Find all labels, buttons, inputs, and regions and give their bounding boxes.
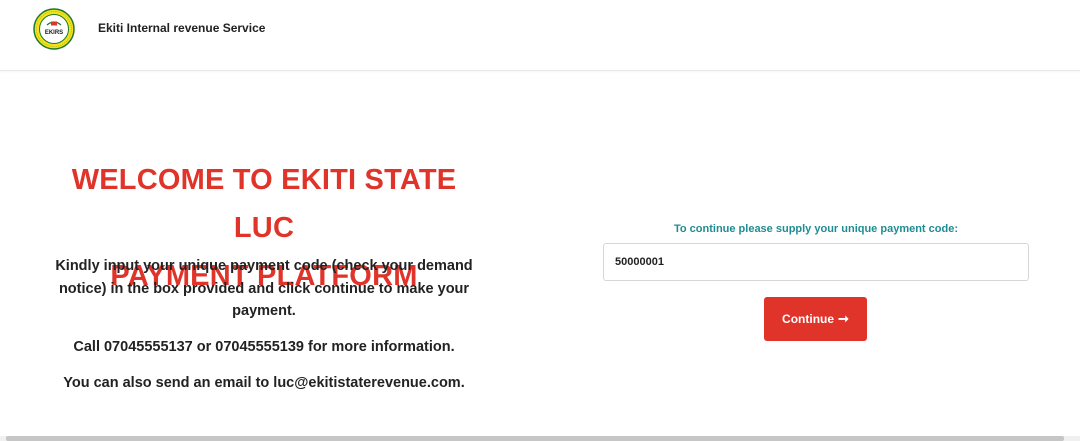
- email-contact-text: You can also send an email to luc@ekitis…: [63, 375, 465, 391]
- continue-button-label: Continue: [782, 312, 835, 326]
- welcome-title-line1: WELCOME TO EKITI STATE LUC: [71, 164, 457, 244]
- phone-contact-text: Call 07045555137 or 07045555139 for more…: [73, 339, 455, 355]
- svg-text:EKIRS: EKIRS: [45, 30, 63, 36]
- arrow-right-icon: ➞: [838, 311, 849, 326]
- payment-code-label: To continue please supply your unique pa…: [673, 223, 958, 235]
- scrollbar-thumb[interactable]: [6, 436, 1064, 441]
- top-navbar: EKIRS Ekiti Internal revenue Service: [0, 0, 1080, 71]
- horizontal-scrollbar[interactable]: [0, 436, 1080, 441]
- payment-code-input[interactable]: [603, 243, 1029, 281]
- brand-name[interactable]: Ekiti Internal revenue Service: [98, 21, 265, 35]
- continue-button[interactable]: Continue ➞: [764, 297, 867, 341]
- ekirs-logo[interactable]: EKIRS: [33, 8, 75, 50]
- instructions-text: Kindly input your unique payment code (c…: [55, 258, 473, 319]
